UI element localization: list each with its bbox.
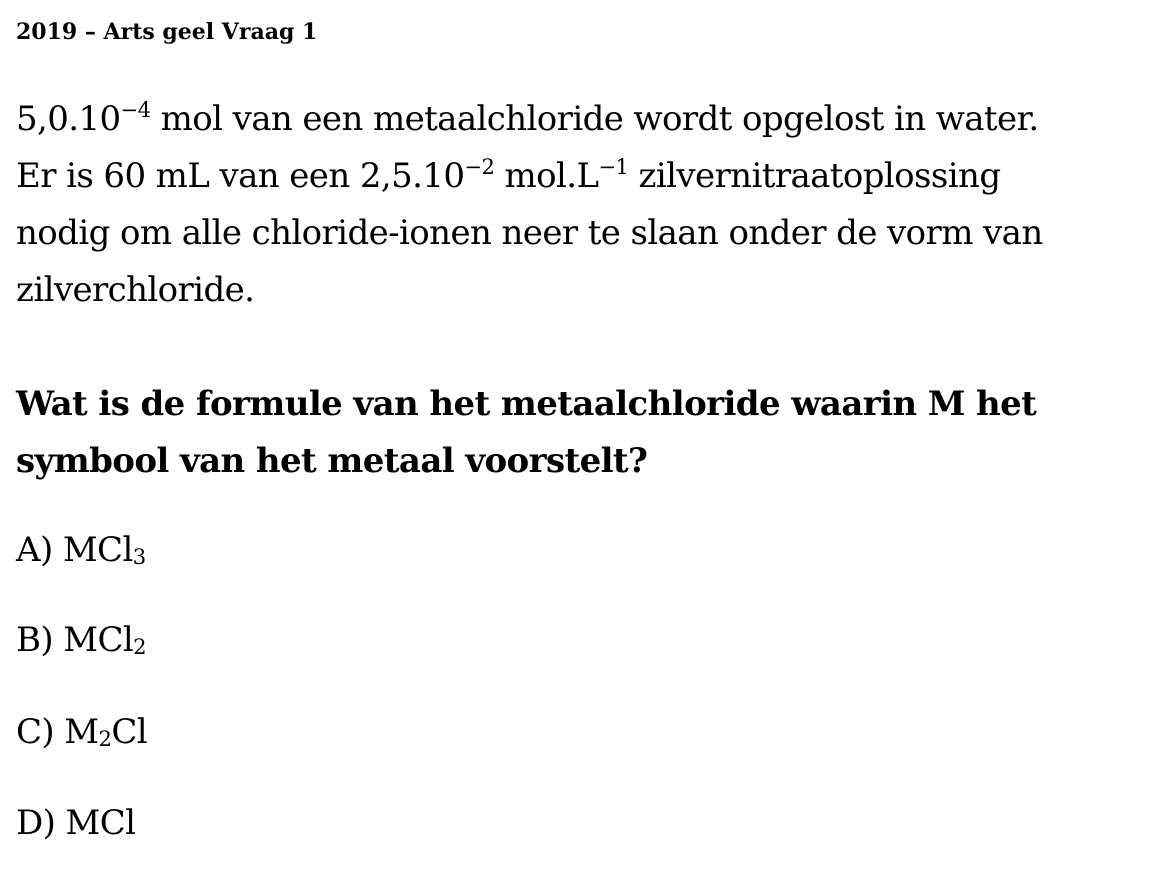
option-b-subscript: 2 xyxy=(133,634,146,660)
stem-line-2-exponent-2: −1 xyxy=(598,153,629,179)
stem-line-2-post: zilvernitraatoplossing xyxy=(628,156,1002,196)
answer-option-c[interactable]: C) M2Cl xyxy=(16,712,148,752)
option-c-suffix: Cl xyxy=(111,712,148,752)
question-stem: 5,0.10−4 mol van een metaalchloride word… xyxy=(16,91,1141,319)
stem-line-1: 5,0.10−4 mol van een metaalchloride word… xyxy=(16,91,1141,148)
question-line-2: symbool van het metaal voorstelt? xyxy=(16,441,648,481)
stem-line-2: Er is 60 mL van een 2,5.10−2 mol.L−1 zil… xyxy=(16,148,1141,205)
stem-line-2-mid: mol.L xyxy=(494,156,599,196)
option-c-subscript: 2 xyxy=(98,726,112,752)
option-c-label: C) M xyxy=(16,712,99,752)
stem-line-2-pre: Er is 60 mL van een 2,5.10 xyxy=(16,156,465,196)
stem-line-1-exponent: −4 xyxy=(120,96,151,122)
stem-line-3: nodig om alle chloride-ionen neer te sla… xyxy=(16,213,1043,253)
answer-option-b[interactable]: B) MCl2 xyxy=(16,620,147,660)
question-prompt: Wat is de formule van het metaalchloride… xyxy=(16,376,1141,490)
stem-line-2-exponent-1: −2 xyxy=(464,153,495,179)
question-header: 2019 – Arts geel Vraag 1 xyxy=(16,19,318,45)
option-d-label: D) MCl xyxy=(16,803,136,843)
answer-option-a[interactable]: A) MCl3 xyxy=(16,530,146,570)
stem-line-4: zilverchloride. xyxy=(16,270,255,310)
option-b-label: B) MCl xyxy=(16,620,134,660)
option-a-label: A) MCl xyxy=(16,530,133,570)
option-a-subscript: 3 xyxy=(132,544,146,570)
question-line-1: Wat is de formule van het metaalchloride… xyxy=(16,384,1037,424)
stem-line-1-pre: 5,0.10 xyxy=(16,99,121,139)
stem-line-1-post: mol van een metaalchloride wordt opgelos… xyxy=(150,99,1040,139)
answer-option-d[interactable]: D) MCl xyxy=(16,803,136,843)
